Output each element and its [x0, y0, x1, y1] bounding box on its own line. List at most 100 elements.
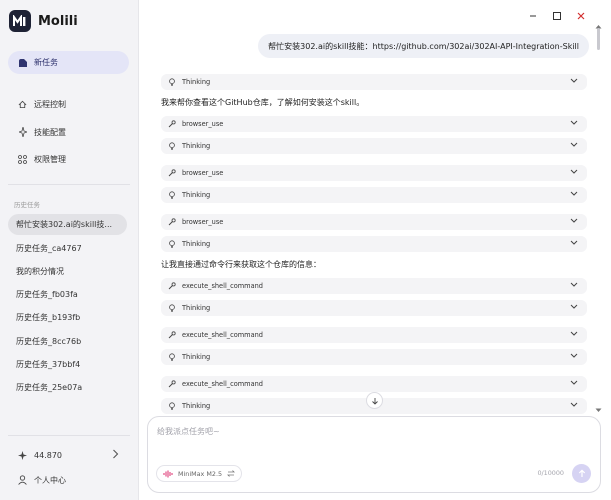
wrench-icon [168, 331, 176, 339]
model-selector[interactable]: MiniMax M2.5 [156, 465, 243, 482]
thinking-row[interactable]: Thinking [161, 187, 587, 203]
thinking-row[interactable]: Thinking [161, 300, 587, 316]
tool-label: browser_use [182, 169, 224, 177]
thinking-row[interactable]: Thinking [161, 236, 587, 252]
history-item[interactable]: 历史任务_25e07a [8, 377, 127, 398]
scroll-down-arrow-icon[interactable] [595, 406, 602, 415]
brand: Molili [9, 10, 78, 32]
minimize-icon[interactable] [526, 9, 540, 23]
wrench-icon [168, 380, 176, 388]
new-task-icon [18, 58, 28, 68]
lightbulb-icon [168, 353, 176, 361]
molili-logo-icon [9, 10, 31, 32]
sidebar-item-label: 权限管理 [34, 154, 66, 164]
tool-label: Thinking [182, 304, 211, 312]
chevron-down-icon [570, 380, 578, 386]
tool-call-row[interactable]: execute_shell_command [161, 376, 587, 392]
tool-label: browser_use [182, 218, 224, 226]
chevron-down-icon [570, 191, 578, 197]
lightbulb-icon [168, 402, 176, 410]
scroll-to-bottom-button[interactable] [366, 392, 383, 409]
chevron-down-icon [570, 353, 578, 359]
tool-call-row[interactable]: execute_shell_command [161, 278, 587, 294]
lightbulb-icon [168, 191, 176, 199]
thinking-row[interactable]: Thinking [161, 74, 587, 90]
wrench-icon [168, 120, 176, 128]
tool-label: Thinking [182, 78, 211, 86]
swap-icon [227, 470, 236, 477]
chevron-down-icon [570, 142, 578, 148]
profile-label: 个人中心 [34, 475, 66, 485]
chevron-down-icon [570, 120, 578, 126]
chevron-down-icon [570, 218, 578, 224]
tool-label: Thinking [182, 240, 211, 248]
maximize-icon[interactable] [550, 9, 564, 23]
tool-label: Thinking [182, 353, 211, 361]
chevron-down-icon [570, 304, 578, 310]
composer-placeholder[interactable]: 给我派点任务吧~ [157, 426, 220, 437]
sidebar-item-remote-control[interactable]: 远程控制 [8, 93, 129, 115]
wrench-icon [168, 218, 176, 226]
sparkle-icon [18, 127, 27, 137]
history-item[interactable]: 我的积分情况 [8, 261, 127, 282]
chevron-down-icon [570, 402, 578, 408]
thinking-row[interactable]: Thinking [161, 349, 587, 365]
sidebar: Molili 新任务 远程控制 技能配置 权限管理 历史任务 帮忙安装302.a… [0, 0, 139, 500]
chevron-down-icon [570, 169, 578, 175]
lightbulb-icon [168, 78, 176, 86]
history-section-label: 历史任务 [14, 201, 40, 209]
tool-label: execute_shell_command [182, 380, 263, 388]
tool-call-row[interactable]: execute_shell_command [161, 327, 587, 343]
credits-button[interactable]: 44.870 [8, 444, 129, 466]
chevron-right-icon [112, 449, 119, 461]
history-item[interactable]: 帮忙安装302.ai的skill技... [8, 214, 127, 235]
tool-label: Thinking [182, 402, 211, 410]
char-counter: 0/10000 [537, 469, 564, 477]
sidebar-item-skills[interactable]: 技能配置 [8, 121, 129, 143]
thinking-row[interactable]: Thinking [161, 138, 587, 154]
new-task-label: 新任务 [34, 58, 58, 67]
history-item[interactable]: 历史任务_37bbf4 [8, 354, 127, 375]
user-icon [18, 475, 27, 485]
lightbulb-icon [168, 240, 176, 248]
scrollbar-thumb[interactable] [597, 28, 600, 50]
sidebar-divider [8, 184, 130, 185]
chevron-down-icon [570, 331, 578, 337]
message-composer[interactable]: 给我派点任务吧~ MiniMax M2.5 0/10000 [147, 416, 601, 493]
model-name: MiniMax M2.5 [178, 469, 223, 478]
sidebar-item-label: 技能配置 [34, 127, 66, 137]
tool-call-row[interactable]: browser_use [161, 116, 587, 132]
tool-call-row[interactable]: browser_use [161, 165, 587, 181]
sidebar-item-label: 远程控制 [34, 99, 66, 109]
send-button[interactable] [572, 464, 591, 483]
lightbulb-icon [168, 142, 176, 150]
wrench-icon [168, 169, 176, 177]
close-icon[interactable] [574, 9, 588, 23]
tool-label: Thinking [182, 142, 211, 150]
sidebar-divider [8, 435, 130, 436]
history-item[interactable]: 历史任务_b193fb [8, 307, 127, 328]
ai-message-text: 让我直接通过命令行来获取这个仓库的信息： [161, 260, 321, 269]
arrow-down-icon [371, 397, 379, 405]
ai-message-text: 我来帮你查看这个GitHub仓库，了解如何安装这个skill。 [161, 98, 365, 107]
wrench-icon [168, 282, 176, 290]
chevron-down-icon [570, 78, 578, 84]
app-name: Molili [38, 13, 78, 29]
arrow-up-icon [578, 469, 586, 478]
tool-label: browser_use [182, 120, 224, 128]
history-item[interactable]: 历史任务_ca4767 [8, 238, 127, 259]
tool-label: execute_shell_command [182, 331, 263, 339]
tool-label: execute_shell_command [182, 282, 263, 290]
history-item[interactable]: 历史任务_fb03fa [8, 284, 127, 305]
profile-button[interactable]: 个人中心 [8, 469, 129, 491]
monitor-icon [18, 100, 27, 109]
lightbulb-icon [168, 304, 176, 312]
tool-label: Thinking [182, 191, 211, 199]
new-task-button[interactable]: 新任务 [8, 51, 129, 74]
waveform-icon [163, 470, 174, 478]
history-item[interactable]: 历史任务_8cc76b [8, 331, 127, 352]
tool-call-row[interactable]: browser_use [161, 214, 587, 230]
grid-icon [18, 154, 27, 164]
diamond-icon [18, 450, 27, 460]
sidebar-item-permissions[interactable]: 权限管理 [8, 148, 129, 170]
